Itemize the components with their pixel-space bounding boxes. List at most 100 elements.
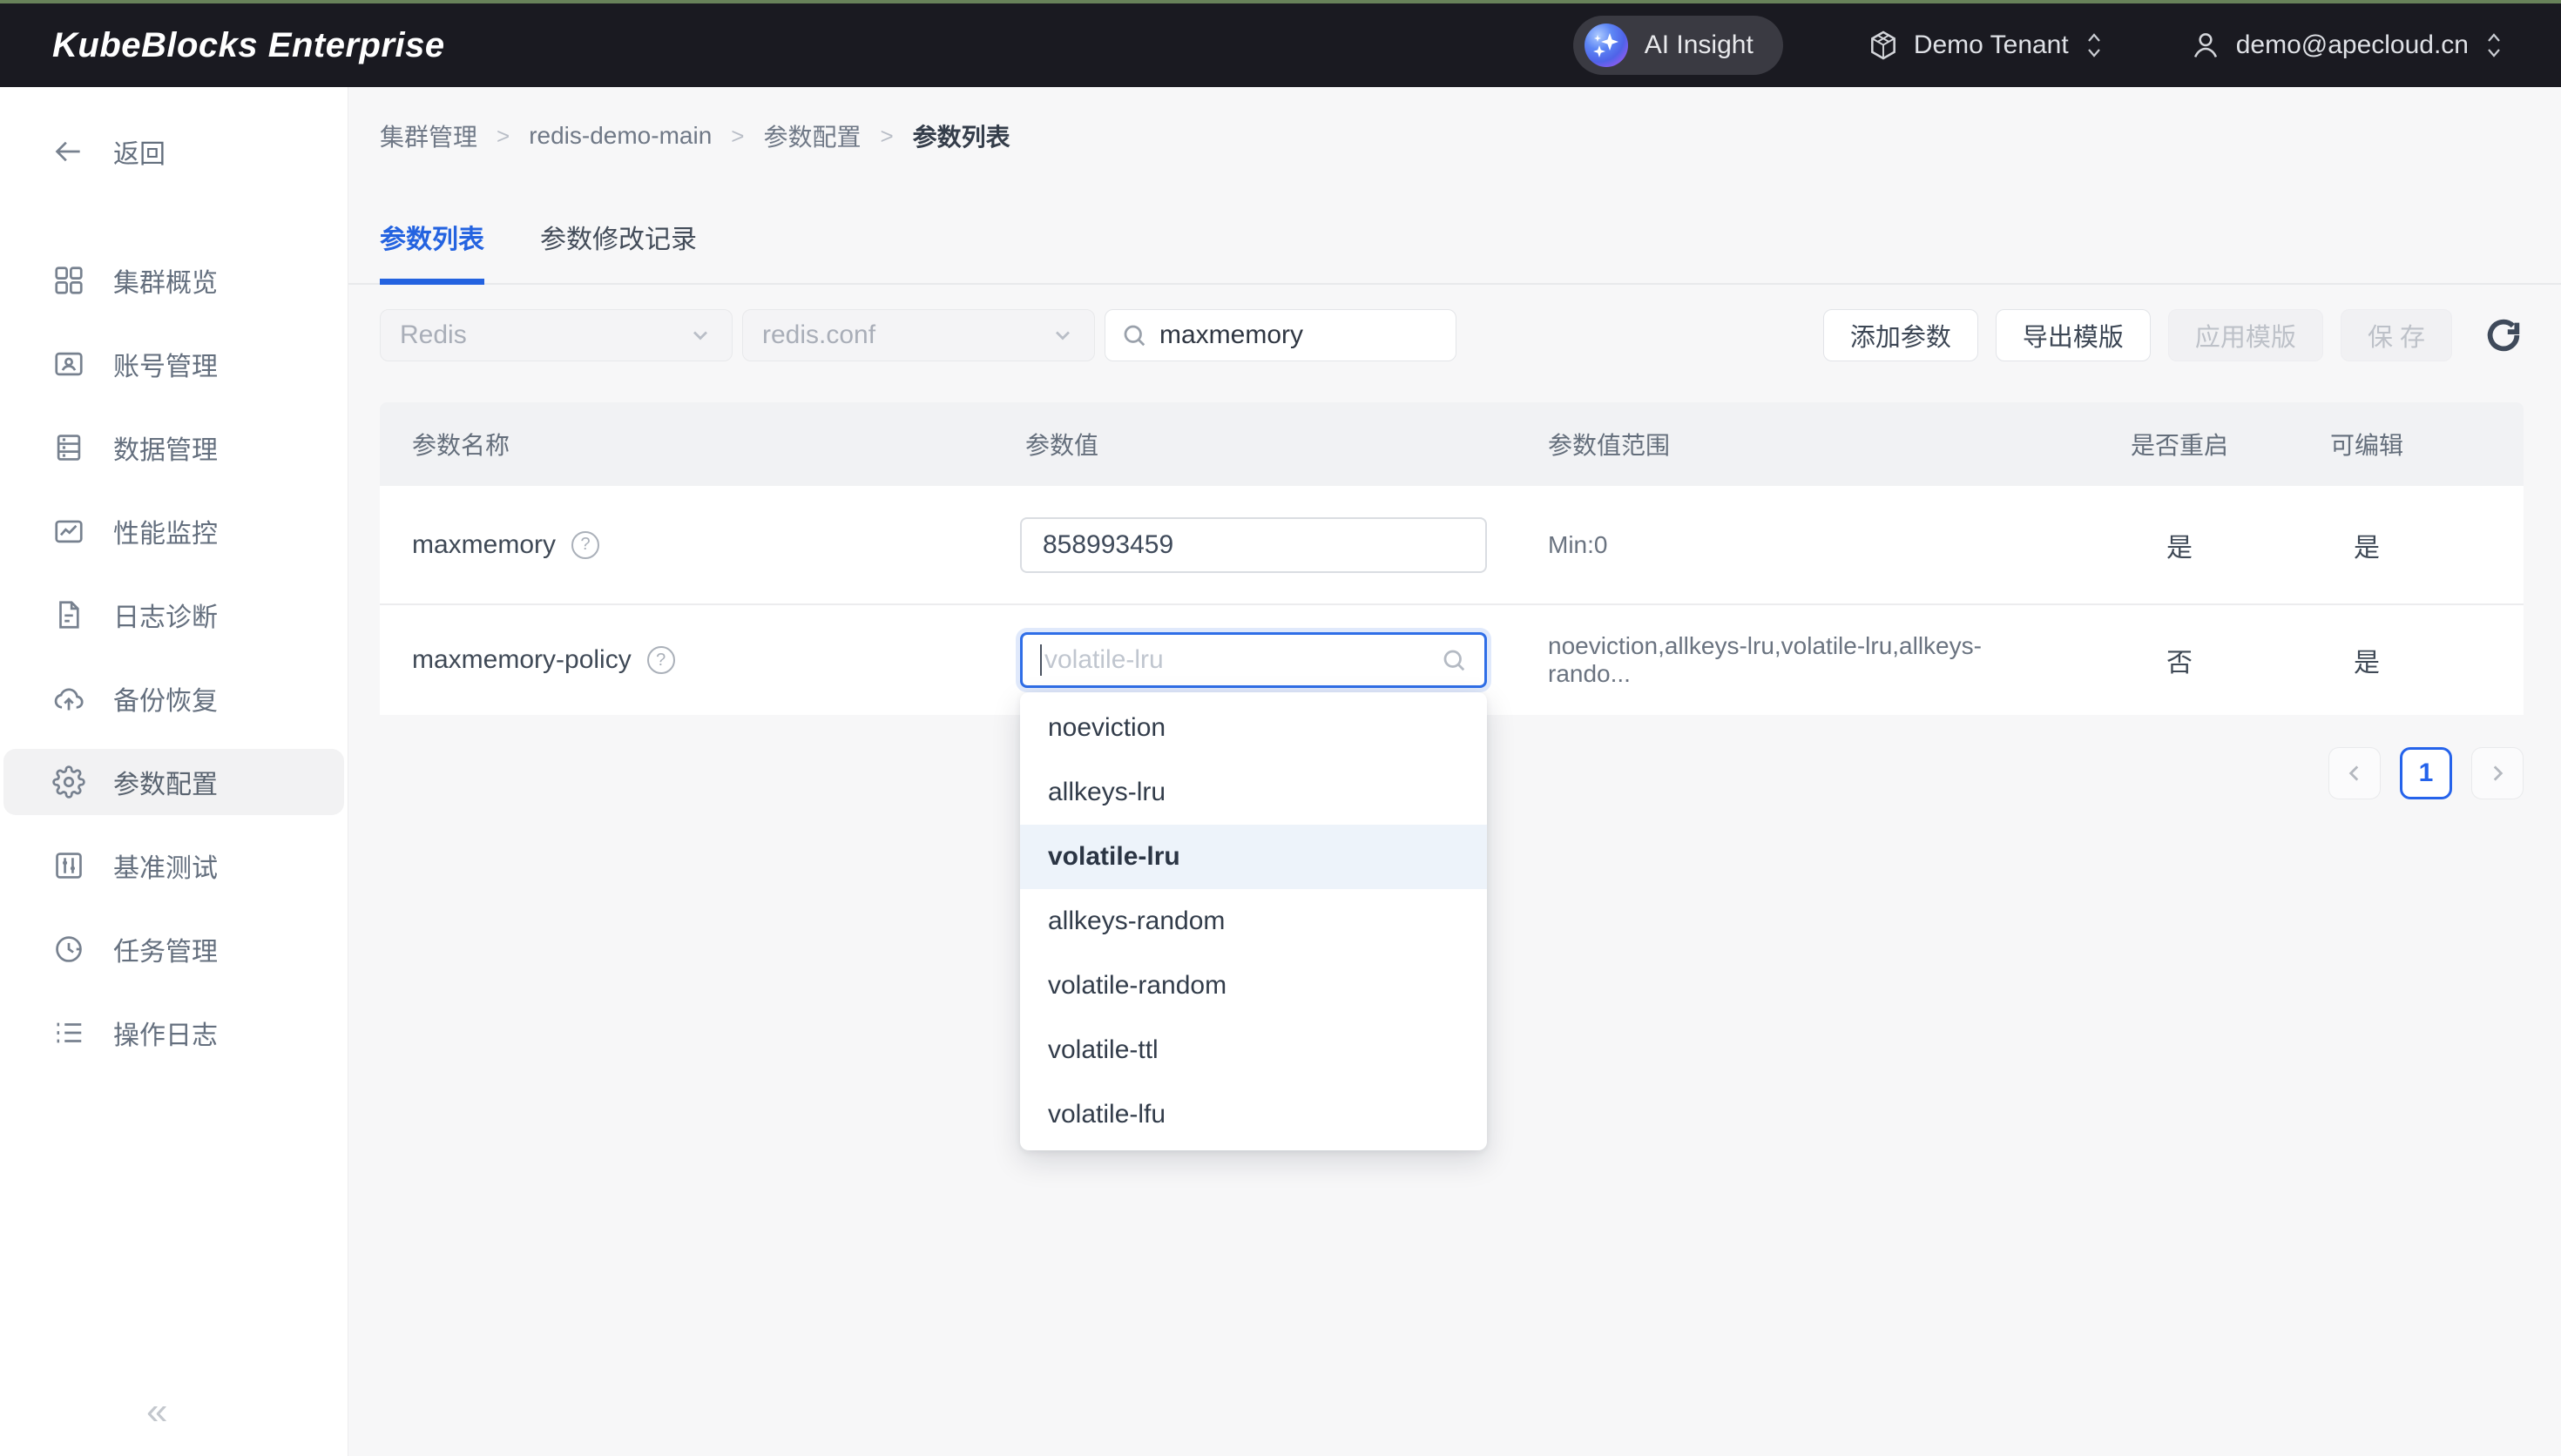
dropdown-option-volatile-ttl[interactable]: volatile-ttl <box>1020 1018 1487 1082</box>
dropdown-option-volatile-random[interactable]: volatile-random <box>1020 954 1487 1018</box>
engine-select-value: Redis <box>400 320 467 350</box>
dropdown-option-allkeys-random[interactable]: allkeys-random <box>1020 889 1487 954</box>
sidebar-item-account-management[interactable]: 账号管理 <box>3 331 344 397</box>
tenant-cube-icon <box>1867 29 1900 62</box>
export-template-button[interactable]: 导出模版 <box>1996 309 2151 361</box>
header-editable: 可编辑 <box>2288 427 2445 462</box>
breadcrumb-cluster-management[interactable]: 集群管理 <box>380 118 477 153</box>
restart-required-value: 否 <box>2071 641 2288 679</box>
sidebar-item-parameter-configuration[interactable]: 参数配置 <box>3 749 344 815</box>
config-file-select-value: redis.conf <box>762 320 875 350</box>
editable-value: 是 <box>2288 641 2445 679</box>
grid-icon <box>52 264 85 297</box>
chevron-right-icon <box>2486 762 2509 785</box>
clock-icon <box>52 933 85 966</box>
parameter-name: maxmemory <box>412 530 556 560</box>
restart-required-value: 是 <box>2071 526 2288 564</box>
dropdown-option-noeviction[interactable]: noeviction <box>1020 696 1487 760</box>
sidebar-item-label: 基准测试 <box>113 846 218 885</box>
tenant-switcher[interactable]: Demo Tenant <box>1867 29 2105 62</box>
dropdown-option-volatile-lru[interactable]: volatile-lru <box>1020 825 1487 889</box>
user-email: demo@apecloud.cn <box>2236 30 2469 60</box>
value-range: noeviction,allkeys-lru,volatile-lru,allk… <box>1548 632 2071 688</box>
search-icon <box>1121 322 1147 348</box>
help-icon[interactable]: ? <box>571 531 599 559</box>
sidebar-item-operation-log[interactable]: 操作日志 <box>3 1000 344 1066</box>
user-menu[interactable]: demo@apecloud.cn <box>2189 29 2505 62</box>
back-arrow-icon <box>52 135 85 168</box>
dropdown-option-allkeys-lru[interactable]: allkeys-lru <box>1020 760 1487 825</box>
editable-value: 是 <box>2288 526 2445 564</box>
header-parameter-value: 参数值 <box>1020 427 1548 462</box>
sidebar-item-performance-monitoring[interactable]: 性能监控 <box>3 498 344 564</box>
table-row: maxmemory ? Min:0 是 是 <box>380 486 2524 605</box>
sidebar-item-label: 数据管理 <box>113 428 218 467</box>
engine-select[interactable]: Redis <box>380 309 733 361</box>
save-button[interactable]: 保 存 <box>2341 309 2452 361</box>
tab-parameter-history[interactable]: 参数修改记录 <box>540 218 697 283</box>
maxmemory-policy-dropdown: noeviction allkeys-lru volatile-lru allk… <box>1020 692 1487 1150</box>
sidebar-item-log-diagnosis[interactable]: 日志诊断 <box>3 582 344 648</box>
database-icon <box>52 431 85 464</box>
chart-icon <box>52 515 85 548</box>
sidebar-back-button[interactable]: 返回 <box>3 118 344 185</box>
breadcrumb-current-page: 参数列表 <box>913 118 1010 153</box>
breadcrumb-parameter-configuration[interactable]: 参数配置 <box>763 118 861 153</box>
breadcrumb-separator: > <box>880 123 893 150</box>
apply-template-button[interactable]: 应用模版 <box>2168 309 2323 361</box>
sidebar-item-task-management[interactable]: 任务管理 <box>3 916 344 982</box>
breadcrumb: 集群管理 > redis-demo-main > 参数配置 > 参数列表 <box>348 87 2561 153</box>
header-value-range: 参数值范围 <box>1548 427 2071 462</box>
table-header: 参数名称 参数值 参数值范围 是否重启 可编辑 <box>380 402 2524 486</box>
previous-page-button[interactable] <box>2328 747 2381 799</box>
document-icon <box>52 598 85 631</box>
search-input[interactable] <box>1159 320 1440 350</box>
breadcrumb-separator: > <box>731 123 744 150</box>
sliders-icon <box>52 849 85 882</box>
dropdown-option-volatile-lfu[interactable]: volatile-lfu <box>1020 1082 1487 1147</box>
sidebar-collapse-button[interactable]: « <box>146 1390 167 1433</box>
sidebar-item-data-management[interactable]: 数据管理 <box>3 415 344 481</box>
help-icon[interactable]: ? <box>647 646 675 674</box>
sidebar-item-benchmark-test[interactable]: 基准测试 <box>3 832 344 899</box>
sidebar-item-label: 任务管理 <box>113 930 218 968</box>
search-icon <box>1441 647 1467 673</box>
text-caret <box>1040 644 1042 676</box>
sidebar-item-label: 集群概览 <box>113 261 218 300</box>
chevron-down-icon <box>1051 323 1075 347</box>
id-card-icon <box>52 347 85 381</box>
next-page-button[interactable] <box>2471 747 2524 799</box>
user-icon <box>2189 29 2222 62</box>
topbar: KubeBlocks Enterprise AI Insight <box>0 3 2561 87</box>
chevron-updown-icon <box>2483 30 2505 60</box>
sidebar-item-label: 备份恢复 <box>113 679 218 718</box>
tab-parameter-list[interactable]: 参数列表 <box>380 218 484 285</box>
ai-insight-button[interactable]: AI Insight <box>1573 16 1783 75</box>
maxmemory-value-input[interactable] <box>1020 517 1487 573</box>
ai-sparkle-icon <box>1584 23 1629 68</box>
sidebar-back-label: 返回 <box>113 132 166 171</box>
header-restart-required: 是否重启 <box>2071 427 2288 462</box>
refresh-icon[interactable] <box>2483 315 2524 355</box>
content-area: 集群管理 > redis-demo-main > 参数配置 > 参数列表 参数列… <box>348 87 2561 1456</box>
tenant-label: Demo Tenant <box>1914 30 2069 60</box>
config-file-select[interactable]: redis.conf <box>742 309 1095 361</box>
sidebar: 返回 集群概览 账号管理 数据管理 <box>0 87 348 1456</box>
list-icon <box>52 1016 85 1049</box>
filter-toolbar: Redis redis.conf 添加参数 导出模版 应用模版 保 存 <box>380 309 2524 361</box>
sidebar-item-label: 参数配置 <box>113 763 218 801</box>
sidebar-item-backup-restore[interactable]: 备份恢复 <box>3 665 344 731</box>
cloud-upload-icon <box>52 682 85 715</box>
chevron-down-icon <box>688 323 713 347</box>
breadcrumb-cluster-name[interactable]: redis-demo-main <box>529 122 712 150</box>
add-parameter-button[interactable]: 添加参数 <box>1823 309 1978 361</box>
page-number-button[interactable]: 1 <box>2400 747 2452 799</box>
select-placeholder: volatile-lru <box>1044 645 1164 675</box>
header-parameter-name: 参数名称 <box>380 427 1020 462</box>
ai-insight-label: AI Insight <box>1645 30 1754 60</box>
maxmemory-policy-select[interactable]: volatile-lru <box>1020 632 1487 688</box>
tabs: 参数列表 参数修改记录 <box>348 218 2561 285</box>
app-logo: KubeBlocks Enterprise <box>52 26 445 65</box>
sidebar-item-cluster-overview[interactable]: 集群概览 <box>3 247 344 313</box>
chevron-updown-icon <box>2083 30 2105 60</box>
